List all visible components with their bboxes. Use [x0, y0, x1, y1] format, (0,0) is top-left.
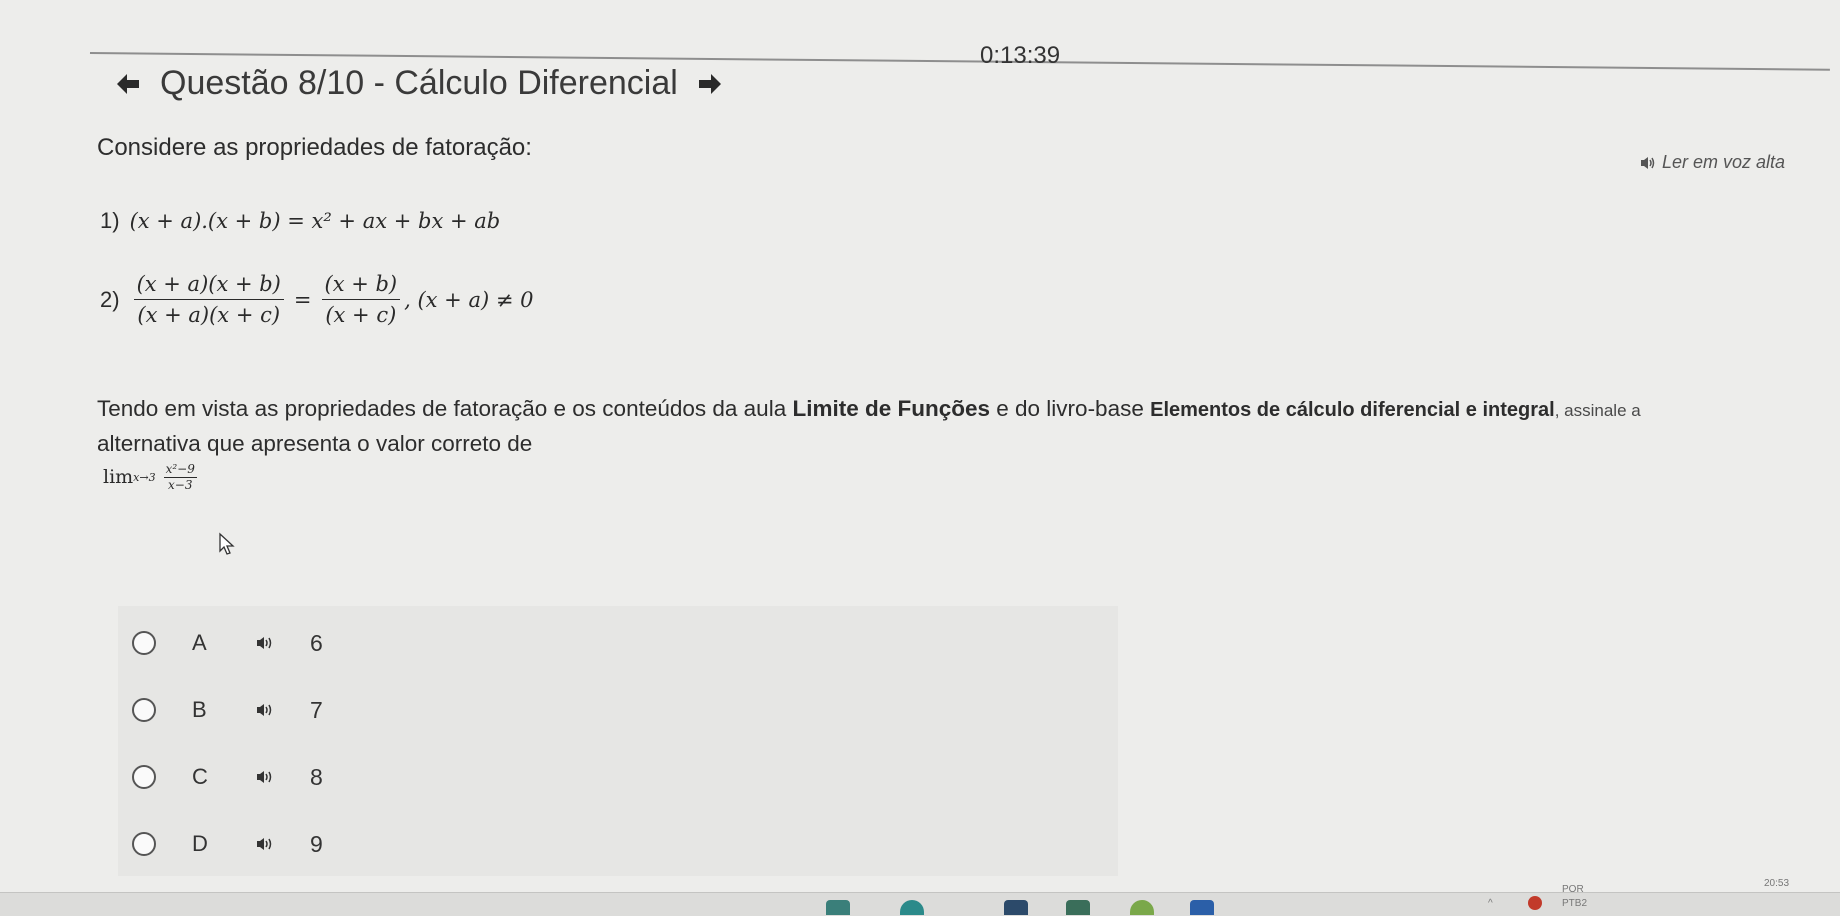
timer: 0:13:39 [980, 42, 1061, 69]
rhs-numerator: (x + b) [321, 272, 401, 300]
limit-denominator: x−3 [168, 478, 193, 492]
tray-clock[interactable]: 20:53 [1764, 878, 1789, 889]
limit-expression: lim x→3 x²−9 x−3 [103, 462, 197, 492]
property-1-formula: (x + a).(x + b) = x² + ax + bx + ab [129, 209, 501, 233]
speaker-icon[interactable] [256, 636, 284, 650]
equals-sign: = [293, 287, 312, 312]
previous-question-button[interactable] [110, 66, 146, 102]
option-letter: B [192, 697, 207, 722]
option-value: 8 [310, 763, 323, 790]
limit-subscript: x→3 [133, 470, 156, 484]
property-2-lhs-fraction: (x + a)(x + b) (x + a)(x + c) [133, 272, 284, 327]
option-a[interactable]: A 6 [132, 618, 323, 668]
read-aloud-label: Ler em voz alta [1662, 152, 1786, 172]
statement-text-2: e do livro-base [990, 396, 1151, 421]
radio-button[interactable] [132, 832, 156, 856]
question-header: Questão 8/10 - Cálculo Diferencial [110, 64, 728, 103]
arrow-left-icon [117, 73, 139, 94]
property-2: 2) (x + a)(x + b) (x + a)(x + c) = (x + … [100, 272, 533, 327]
limit-numerator: x²−9 [163, 462, 197, 478]
statement-book: Elementos de cálculo diferencial e integ… [1150, 399, 1555, 421]
page-title: Questão 8/10 - Cálculo Diferencial [160, 64, 678, 102]
option-value: 7 [310, 696, 323, 723]
rhs-denominator: (x + c) [325, 303, 397, 327]
statement-line-2: alternativa que apresenta o valor corret… [97, 431, 533, 456]
statement-lesson: Limite de Funções [792, 396, 991, 421]
speaker-icon [1641, 156, 1655, 169]
lhs-numerator: (x + a)(x + b) [133, 272, 284, 300]
question-statement: Tendo em vista as propriedades de fatora… [97, 392, 1817, 460]
property-2-condition: , (x + a) ≠ 0 [404, 287, 534, 312]
tray-language[interactable]: POR [1562, 884, 1584, 895]
option-value: 9 [310, 830, 323, 857]
taskbar-app-icon[interactable] [1190, 900, 1214, 915]
mouse-cursor-icon [219, 532, 235, 555]
limit-fraction: x²−9 x−3 [163, 462, 197, 492]
next-question-button[interactable] [692, 66, 728, 102]
tray-layout[interactable]: PTB2 [1562, 898, 1587, 909]
arrow-right-icon [698, 73, 721, 94]
option-value: 6 [310, 629, 323, 656]
property-1: 1) (x + a).(x + b) = x² + ax + bx + ab [100, 208, 500, 234]
limit-operator: lim [103, 466, 134, 488]
radio-button[interactable] [132, 698, 156, 722]
answer-options: A 6 B 7 C 8 D 9 [118, 606, 1118, 876]
speaker-icon[interactable] [256, 703, 284, 717]
property-2-rhs-fraction: (x + b) (x + c) [321, 272, 401, 327]
tray-app-icon[interactable] [1528, 896, 1542, 910]
property-1-number: 1) [100, 208, 120, 233]
property-2-number: 2) [100, 286, 120, 312]
taskbar-app-icon[interactable] [1004, 900, 1028, 915]
lhs-denominator: (x + a)(x + c) [137, 303, 281, 327]
option-letter: A [192, 630, 207, 655]
speaker-icon[interactable] [256, 770, 284, 784]
read-aloud-button[interactable]: Ler em voz alta [1640, 152, 1785, 173]
option-b[interactable]: B 7 [132, 685, 323, 735]
radio-button[interactable] [132, 765, 156, 789]
statement-text: Tendo em vista as propriedades de fatora… [97, 396, 793, 421]
statement-tail: , assinale a [1554, 401, 1641, 420]
taskbar-app-icon[interactable] [826, 900, 850, 915]
taskbar-app-icon[interactable] [1066, 900, 1090, 915]
radio-button[interactable] [132, 631, 156, 655]
option-letter: D [192, 831, 208, 856]
option-d[interactable]: D 9 [132, 819, 323, 869]
option-c[interactable]: C 8 [132, 752, 323, 802]
question-intro: Considere as propriedades de fatoração: [97, 134, 532, 161]
speaker-icon[interactable] [256, 837, 284, 851]
chevron-up-icon[interactable]: ^ [1488, 898, 1493, 909]
option-letter: C [192, 764, 208, 789]
